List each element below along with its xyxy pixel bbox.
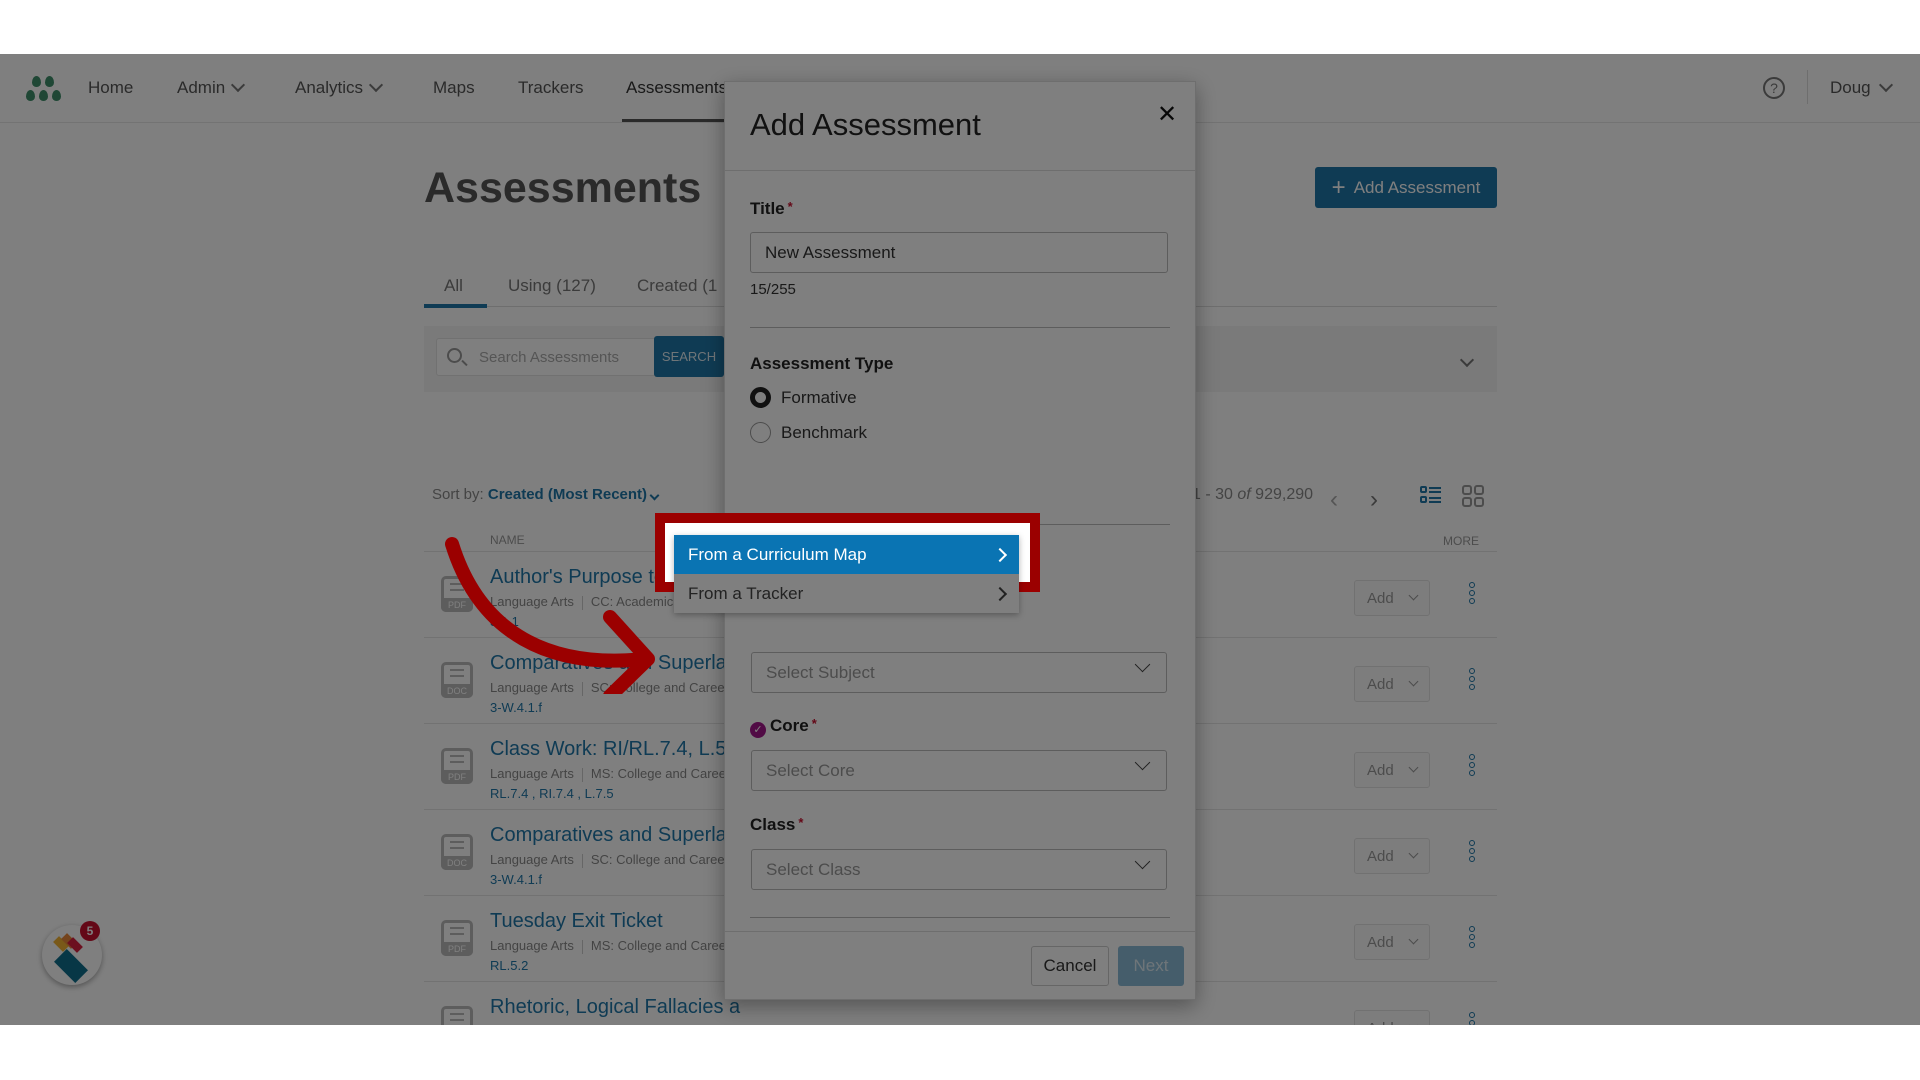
menu-item-from-tracker[interactable]: From a Tracker: [674, 574, 1019, 613]
alignment-source-menu: From a Curriculum Map From a Tracker: [674, 535, 1019, 613]
menu-item-label: From a Tracker: [688, 583, 804, 603]
menu-item-from-curriculum-map[interactable]: From a Curriculum Map: [674, 535, 1019, 574]
chevron-right-icon: [992, 547, 1008, 562]
menu-item-label: From a Curriculum Map: [688, 544, 867, 564]
chevron-right-icon: [992, 586, 1008, 601]
app-screen: Home Admin Analytics Maps Trackers Asses…: [0, 54, 1920, 1025]
annotation-arrow-icon: [445, 537, 655, 694]
